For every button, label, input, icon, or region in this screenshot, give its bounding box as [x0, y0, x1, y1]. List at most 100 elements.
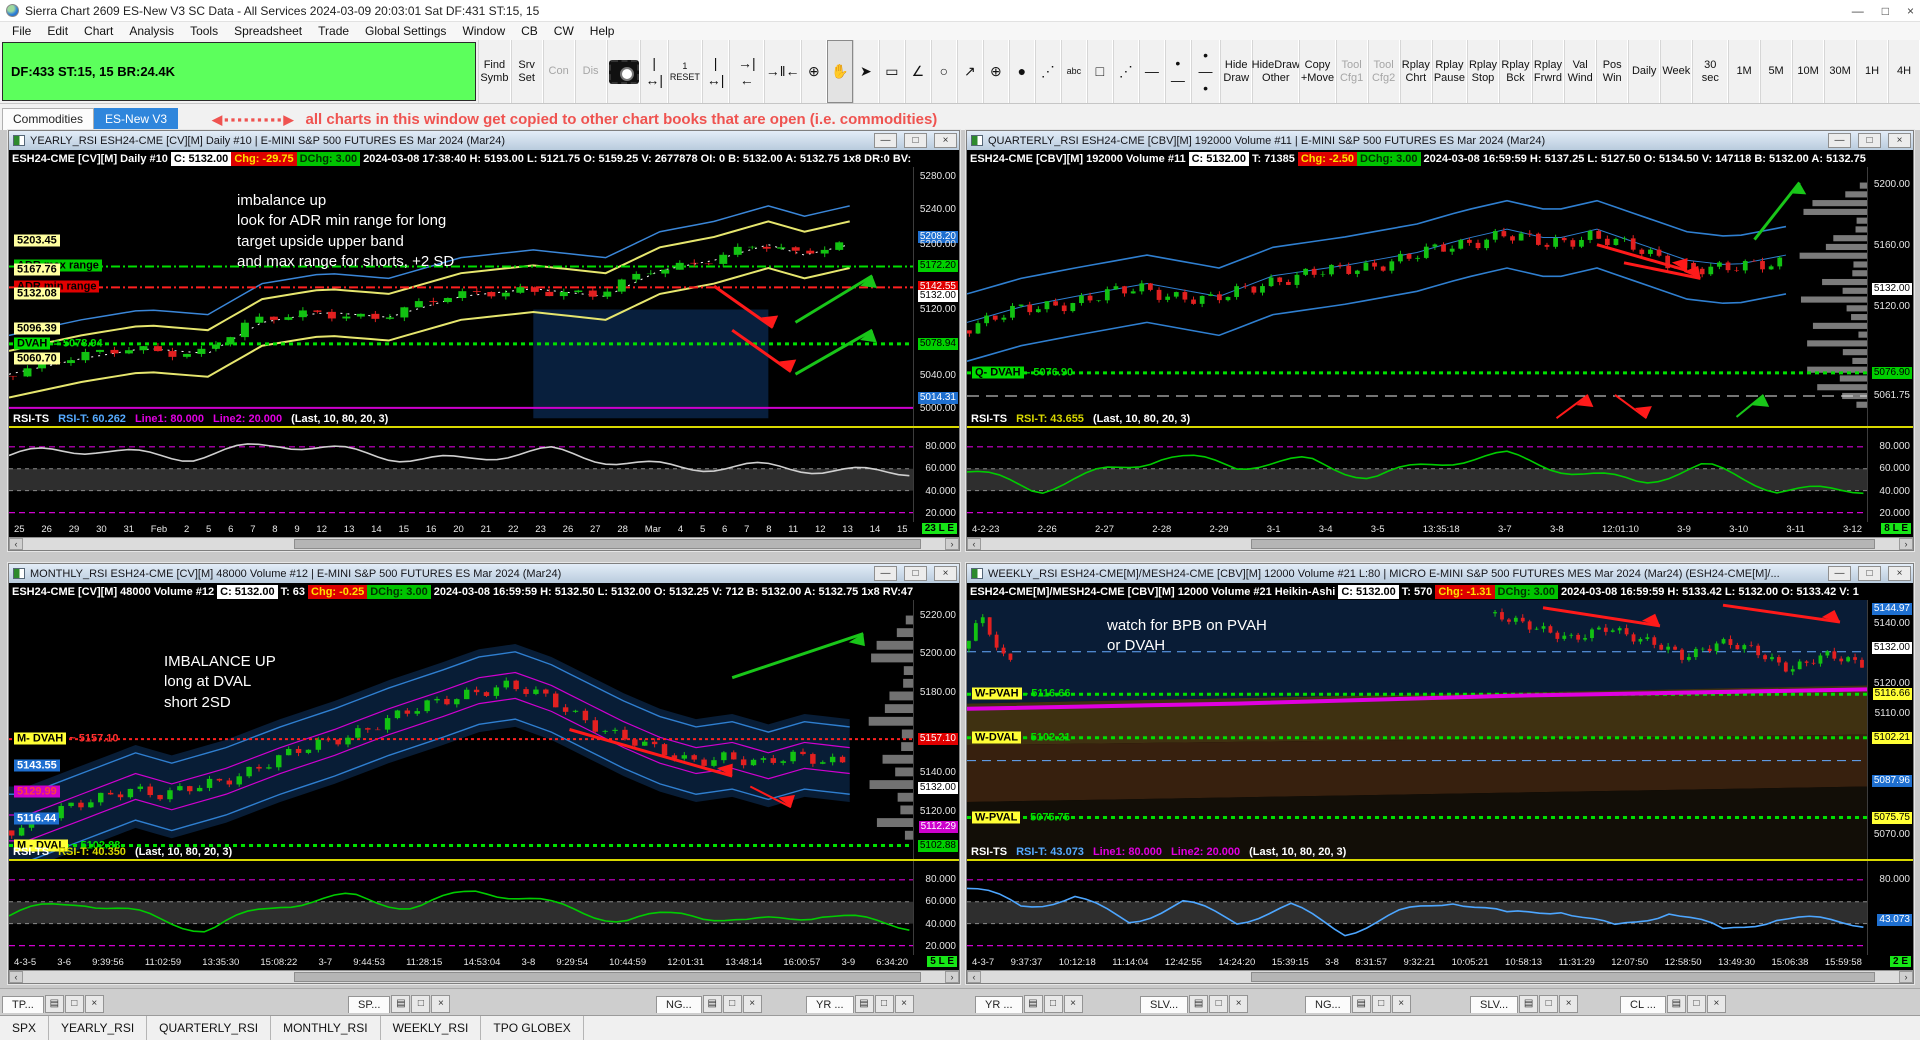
replay-forward-button[interactable]: Rplay Frwrd — [1531, 40, 1565, 103]
menu-cw[interactable]: CW — [546, 23, 582, 39]
minimized-restore-button[interactable]: □ — [1686, 995, 1706, 1013]
menu-help[interactable]: Help — [582, 23, 623, 39]
scroll-thumb[interactable] — [294, 972, 921, 982]
minimized-restore-button[interactable]: □ — [1209, 995, 1229, 1013]
status-tab-monthly-rsi[interactable]: MONTHLY_RSI — [271, 1016, 381, 1040]
minimized-window-tab[interactable]: NG... — [656, 996, 702, 1013]
scroll-left-arrow[interactable]: ‹ — [9, 971, 23, 983]
connect-button[interactable]: Con — [542, 40, 575, 103]
box-tool-icon[interactable]: □ — [1086, 40, 1113, 103]
scroll-left-arrow[interactable]: ‹ — [9, 538, 23, 550]
arrow-line-tool-icon[interactable]: ↗ — [956, 40, 983, 103]
menu-global-settings[interactable]: Global Settings — [357, 23, 454, 39]
scroll-thumb[interactable] — [1250, 539, 1876, 549]
tool-config2-button[interactable]: Tool Cfg2 — [1367, 40, 1400, 103]
minimized-restore-button[interactable]: □ — [1539, 995, 1559, 1013]
minimized-close-button[interactable]: × — [894, 995, 914, 1013]
scroll-right-arrow[interactable]: › — [1899, 538, 1913, 550]
zigzag-tool-icon[interactable]: ⋰ — [1112, 40, 1139, 103]
minimized-sheet-icon[interactable]: ▤ — [391, 995, 411, 1013]
menu-spreadsheet[interactable]: Spreadsheet — [226, 23, 310, 39]
minimized-sheet-icon[interactable]: ▤ — [1666, 995, 1686, 1013]
minimized-restore-button[interactable]: □ — [722, 995, 742, 1013]
values-window-button[interactable]: Val Wind — [1564, 40, 1597, 103]
chart-minimize-button[interactable]: — — [1828, 133, 1851, 148]
timeframe-week-button[interactable]: Week — [1660, 40, 1693, 103]
minimized-window-tab[interactable]: YR ... — [975, 996, 1023, 1013]
zoom-tool-icon[interactable]: ⊕ — [982, 40, 1009, 103]
scroll-thumb[interactable] — [1250, 972, 1876, 982]
menu-analysis[interactable]: Analysis — [121, 23, 182, 39]
rectangle-tool-icon[interactable]: ▭ — [878, 40, 905, 103]
minimized-restore-button[interactable]: □ — [411, 995, 431, 1013]
status-tab-weekly-rsi[interactable]: WEEKLY_RSI — [381, 1016, 482, 1040]
minimized-sheet-icon[interactable]: ▤ — [44, 995, 64, 1013]
status-tab-yearly-rsi[interactable]: YEARLY_RSI — [49, 1016, 148, 1040]
minimize-button[interactable]: — — [1852, 4, 1864, 18]
minimized-restore-button[interactable]: □ — [874, 995, 894, 1013]
chart-scrollbar[interactable]: ‹ › — [9, 537, 959, 550]
timeframe-30sec-button[interactable]: 30 sec — [1692, 40, 1729, 103]
disconnect-button[interactable]: Dis — [574, 40, 607, 103]
minimized-close-button[interactable]: × — [1706, 995, 1726, 1013]
minimized-sheet-icon[interactable]: ▤ — [854, 995, 874, 1013]
minimized-sheet-icon[interactable]: ▤ — [1189, 995, 1209, 1013]
scroll-thumb[interactable] — [294, 539, 921, 549]
replay-chart-button[interactable]: Rplay Chrt — [1399, 40, 1433, 103]
minimized-window-tab[interactable]: SP... — [348, 996, 391, 1013]
minimized-close-button[interactable]: × — [1559, 995, 1579, 1013]
minimized-sheet-icon[interactable]: ▤ — [1023, 995, 1043, 1013]
chart-minimize-button[interactable]: — — [874, 566, 897, 581]
timeframe-5m-button[interactable]: 5M — [1760, 40, 1793, 103]
position-window-button[interactable]: Pos Win — [1596, 40, 1629, 103]
minimized-window-tab[interactable]: YR ... — [806, 996, 854, 1013]
hide-draw-button[interactable]: Hide Draw — [1220, 40, 1253, 103]
chart-maximize-button[interactable]: □ — [1858, 566, 1881, 581]
minimized-close-button[interactable]: × — [431, 995, 451, 1013]
minimized-restore-button[interactable]: □ — [1043, 995, 1063, 1013]
chart-scrollbar[interactable]: ‹ › — [967, 970, 1913, 983]
status-tab-quarterly-rsi[interactable]: QUARTERLY_RSI — [147, 1016, 272, 1040]
menu-trade[interactable]: Trade — [310, 23, 357, 39]
menu-edit[interactable]: Edit — [39, 23, 76, 39]
crosshair-tool-icon[interactable]: ⊕ — [800, 40, 827, 103]
status-tab-spx[interactable]: SPX — [0, 1016, 50, 1040]
scroll-right-arrow[interactable]: › — [1899, 971, 1913, 983]
scroll-right-arrow[interactable]: › — [945, 538, 959, 550]
menu-cb[interactable]: CB — [513, 23, 546, 39]
menu-tools[interactable]: Tools — [182, 23, 226, 39]
tool-config1-button[interactable]: Tool Cfg1 — [1335, 40, 1368, 103]
balloon-tool-icon[interactable]: ● — [1008, 40, 1035, 103]
minimized-close-button[interactable]: × — [1229, 995, 1249, 1013]
screenshot-icon[interactable] — [606, 40, 641, 103]
minimized-sheet-icon[interactable]: ▤ — [702, 995, 722, 1013]
minimized-close-button[interactable]: × — [742, 995, 762, 1013]
minimized-restore-button[interactable]: □ — [64, 995, 84, 1013]
chart-maximize-button[interactable]: □ — [1858, 133, 1881, 148]
menu-chart[interactable]: Chart — [76, 23, 121, 39]
minimized-window-tab[interactable]: NG... — [1305, 996, 1351, 1013]
copy-move-button[interactable]: Copy +Move — [1299, 40, 1336, 103]
timeframe-30m-button[interactable]: 30M — [1824, 40, 1857, 103]
chartbook-tab-commodities[interactable]: Commodities — [2, 108, 95, 130]
chart-close-button[interactable]: × — [1888, 133, 1911, 148]
chart-maximize-button[interactable]: □ — [904, 133, 927, 148]
minimized-sheet-icon[interactable]: ▤ — [1351, 995, 1371, 1013]
scroll-right-arrow[interactable]: › — [945, 971, 959, 983]
expand-bars-icon[interactable]: →‖← — [764, 40, 801, 103]
find-symbol-button[interactable]: Find Symb — [478, 40, 511, 103]
replay-back-button[interactable]: Rplay Bck — [1499, 40, 1532, 103]
maximize-button[interactable]: □ — [1882, 4, 1889, 18]
server-settings-button[interactable]: Srv Set — [510, 40, 543, 103]
minimized-window-tab[interactable]: SLV... — [1470, 996, 1519, 1013]
reset-bar-spacing-icon[interactable]: 1 RESET — [667, 40, 702, 103]
chart-minimize-button[interactable]: — — [874, 133, 897, 148]
minimized-close-button[interactable]: × — [84, 995, 104, 1013]
minimized-window-tab[interactable]: CL ... — [1620, 996, 1666, 1013]
replay-pause-button[interactable]: Rplay Pause — [1432, 40, 1467, 103]
menu-file[interactable]: File — [4, 23, 39, 39]
horizontal-line-tool-icon[interactable]: — — [1138, 40, 1165, 103]
pointer-tool-icon[interactable]: ➤ — [852, 40, 879, 103]
replay-stop-button[interactable]: Rplay Stop — [1466, 40, 1500, 103]
status-tab-tpo-globex[interactable]: TPO GLOBEX — [481, 1016, 584, 1040]
